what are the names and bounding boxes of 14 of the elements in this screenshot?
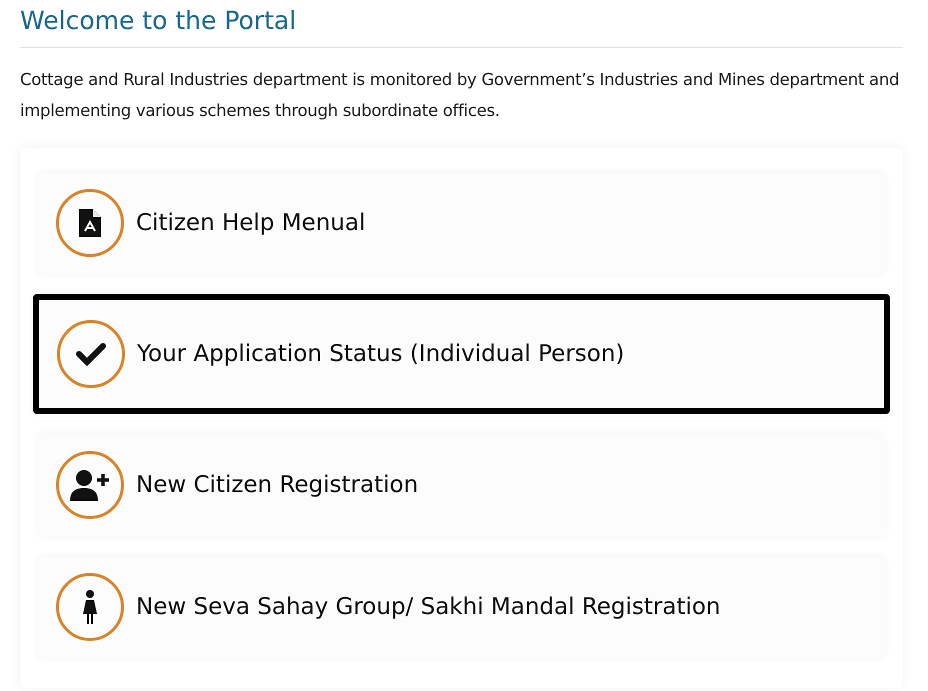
- intro-text: Cottage and Rural Industries department is monitored by Government’s Industries and Mines department and implementing various schemes through subordinate offices.: [20, 69, 900, 122]
- pdf-file-icon: [79, 209, 101, 237]
- page-title: Welcome to the Portal: [20, 6, 903, 48]
- link-card[interactable]: New Seva Sahay Group/ Sakhi Mandal Registration: [38, 556, 885, 658]
- link-label: Citizen Help Menual: [136, 210, 366, 236]
- link-card[interactable]: New Citizen Registration: [38, 434, 885, 536]
- link-label: New Seva Sahay Group/ Sakhi Mandal Registration: [136, 594, 721, 620]
- link-card[interactable]: Citizen Help Menual: [38, 172, 885, 274]
- link-label: New Citizen Registration: [136, 472, 418, 498]
- link-card[interactable]: Your Application Status (Individual Person): [33, 294, 890, 414]
- woman-icon: [83, 590, 97, 624]
- check-icon: [76, 342, 106, 366]
- link-label: Your Application Status (Individual Person): [137, 341, 624, 367]
- user-add-icon: [70, 469, 110, 501]
